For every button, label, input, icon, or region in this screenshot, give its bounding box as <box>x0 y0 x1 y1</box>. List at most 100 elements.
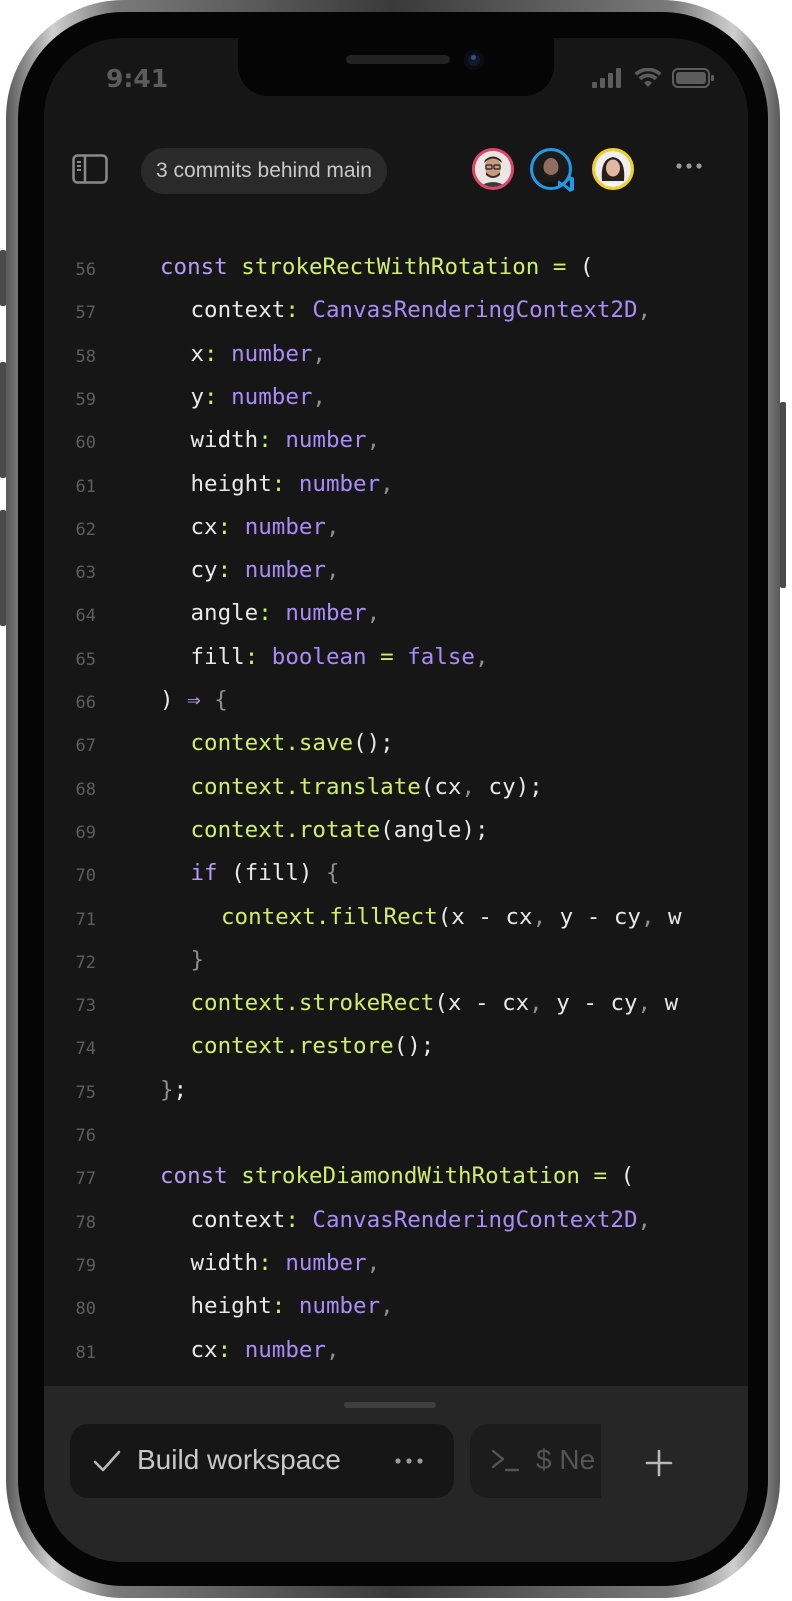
code-line[interactable]: 66) ⇒ { <box>44 683 748 726</box>
vscode-icon <box>558 176 574 192</box>
code-token: : <box>271 1293 286 1320</box>
add-tab-icon[interactable] <box>644 1448 674 1478</box>
code-token: number <box>244 1336 326 1363</box>
code-line[interactable]: 73 context.strokeRect(x - cx, y - cy, w <box>44 986 748 1029</box>
code-line[interactable]: 77 const strokeDiamondWithRotation = ( <box>44 1159 748 1202</box>
code-token: CanvasRenderingContext2D <box>312 1206 638 1233</box>
line-code: ) ⇒ { <box>160 687 228 713</box>
code-token: number <box>285 427 367 454</box>
code-line[interactable]: 79 width: number, <box>44 1246 748 1289</box>
line-number: 80 <box>75 1299 96 1320</box>
code-token: , <box>325 513 340 540</box>
power-button <box>780 402 786 588</box>
line-code: context.save(); <box>191 730 394 756</box>
code-editor[interactable]: 56 const strokeRectWithRotation = (57 cont… <box>44 250 748 1386</box>
task-label: Build workspace <box>137 1444 341 1475</box>
code-token: : <box>271 470 286 497</box>
line-number: 58 <box>75 346 96 367</box>
code-token: number <box>298 1293 381 1320</box>
code-line[interactable]: 58 x: number, <box>44 337 748 380</box>
code-token: = <box>593 1163 608 1190</box>
line-number: 69 <box>75 822 96 843</box>
line-number: 71 <box>75 909 96 930</box>
line-code: cx: number, <box>191 1337 340 1363</box>
line-number: 78 <box>75 1212 96 1233</box>
code-line[interactable]: 70 if (fill) { <box>44 856 748 899</box>
line-number: 70 <box>75 866 96 887</box>
code-token: , <box>637 990 652 1017</box>
cellular-signal-icon <box>592 68 621 88</box>
code-token: context.rotate <box>190 816 381 843</box>
code-line[interactable]: 60 width: number, <box>44 423 748 466</box>
status-time: 9:41 <box>106 64 169 93</box>
code-line[interactable]: 72} <box>44 943 748 986</box>
code-line[interactable]: 63 cy: number, <box>44 553 748 596</box>
line-code: } <box>191 947 205 973</box>
code-token: context.fillRect <box>221 903 438 930</box>
code-token: (fill) <box>217 860 326 887</box>
code-token: boolean <box>271 643 367 670</box>
code-line[interactable]: 56 const strokeRectWithRotation = ( <box>44 250 748 293</box>
code-line[interactable]: 76 <box>44 1116 748 1159</box>
code-token: width <box>190 427 259 454</box>
line-code: cx: number, <box>191 514 340 540</box>
task-card-build-workspace[interactable]: Build workspace <box>70 1424 454 1498</box>
code-token: ( <box>607 1163 635 1190</box>
avatar-face <box>595 151 631 187</box>
code-token: , <box>366 1249 381 1276</box>
front-camera <box>464 50 484 70</box>
code-line[interactable]: 62 cx: number, <box>44 510 748 553</box>
code-token: strokeRectWithRotation <box>241 254 540 280</box>
code-token: (cx <box>420 773 462 800</box>
terminal-card[interactable]: $ Ne <box>470 1424 601 1498</box>
code-line[interactable]: 61 height: number, <box>44 467 748 510</box>
code-line[interactable]: 59 y: number, <box>44 380 748 423</box>
code-line[interactable]: 80 height: number, <box>44 1289 748 1332</box>
line-code: context.strokeRect(x - cx, y - cy, w <box>191 990 679 1016</box>
code-line[interactable]: 74 context.restore(); <box>44 1029 748 1072</box>
line-code: cy: number, <box>191 557 340 583</box>
code-line[interactable]: 57 context: CanvasRenderingContext2D, <box>44 293 748 336</box>
avatar-collaborator-2[interactable] <box>530 148 574 192</box>
code-token: number <box>298 470 381 497</box>
code-line[interactable]: 67 context.save(); <box>44 726 748 769</box>
line-code: context.translate(cx, cy); <box>191 774 543 800</box>
code-token: height <box>190 1293 272 1320</box>
code-line[interactable]: 71 context.fillRect(x - cx, y - cy, w <box>44 900 748 943</box>
code-line[interactable]: 75}; <box>44 1073 748 1116</box>
code-line[interactable]: 65 fill: boolean = false, <box>44 640 748 683</box>
code-line[interactable]: 68 context.translate(cx, cy); <box>44 770 748 813</box>
line-number: 56 <box>75 260 96 280</box>
avatar-collaborator-1[interactable] <box>472 148 514 190</box>
branch-status-pill[interactable]: 3 commits behind main <box>141 148 387 194</box>
panel-drag-handle[interactable] <box>344 1402 436 1408</box>
task-more-options-icon[interactable] <box>394 1454 424 1468</box>
line-number: 57 <box>75 303 96 324</box>
code-token: const <box>160 1163 242 1190</box>
code-line[interactable]: 64 angle: number, <box>44 596 748 639</box>
code-token: cx <box>190 1336 218 1363</box>
code-line[interactable]: 78 context: CanvasRenderingContext2D, <box>44 1203 748 1246</box>
code-line[interactable]: 81 cx: number, <box>44 1333 748 1376</box>
code-token: : <box>258 427 272 454</box>
line-number: 67 <box>75 736 96 757</box>
code-line[interactable]: 69 context.rotate(angle); <box>44 813 748 856</box>
line-code: const strokeDiamondWithRotation = ( <box>160 1163 634 1189</box>
code-token: context.save <box>190 730 354 757</box>
code-token: y - cy <box>546 903 641 930</box>
avatar-collaborator-3[interactable] <box>592 148 634 190</box>
code-token: , <box>325 1336 340 1363</box>
code-token: : <box>217 513 232 540</box>
code-token: , <box>312 340 326 367</box>
sidebar-toggle-icon[interactable] <box>72 154 108 184</box>
more-options-icon[interactable] <box>674 156 704 176</box>
line-number: 79 <box>75 1255 96 1276</box>
code-token: const <box>160 254 242 280</box>
code-token: , <box>312 383 326 410</box>
code-token: (); <box>353 730 394 757</box>
line-number: 72 <box>75 952 96 973</box>
